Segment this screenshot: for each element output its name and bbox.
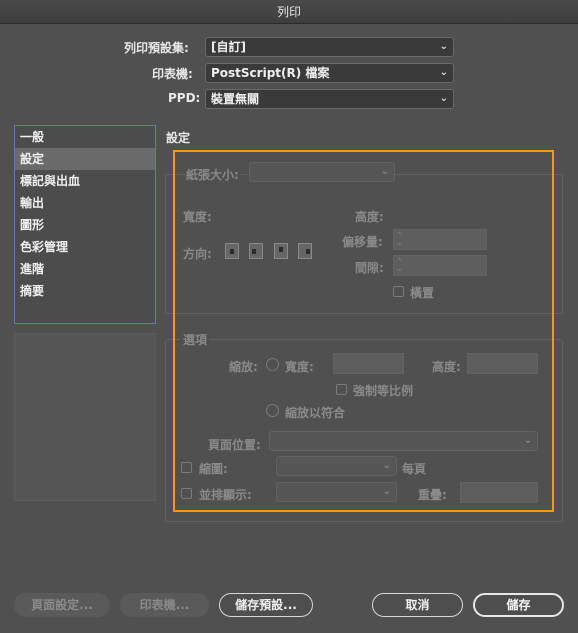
printer-value: PostScript(R) 檔案 <box>211 66 330 80</box>
sidebar-item-general[interactable]: 一般 <box>15 126 155 148</box>
section-title: 設定 <box>166 131 191 145</box>
cancel-button[interactable]: 取消 <box>372 593 463 617</box>
chevron-down-icon: ⌄ <box>439 67 448 78</box>
page-setup-button[interactable]: 頁面設定... <box>14 593 110 617</box>
category-list[interactable]: 一般 設定 標記與出血 輸出 圖形 色彩管理 進階 摘要 <box>14 125 156 324</box>
ppd-value: 裝置無關 <box>211 92 260 106</box>
chevron-down-icon: ⌄ <box>439 93 448 104</box>
sidebar-item-advanced[interactable]: 進階 <box>15 258 155 280</box>
printer-select[interactable]: PostScript(R) 檔案 ⌄ <box>205 63 454 83</box>
preset-label: 列印預設集: <box>124 41 189 55</box>
preset-select[interactable]: [自訂] ⌄ <box>205 37 454 57</box>
sidebar-item-setup[interactable]: 設定 <box>15 148 155 170</box>
sidebar-item-summary[interactable]: 摘要 <box>15 280 155 302</box>
printer-label: 印表機: <box>152 67 193 81</box>
highlight-frame <box>173 150 554 512</box>
sidebar-item-color-management[interactable]: 色彩管理 <box>15 236 155 258</box>
preset-value: [自訂] <box>211 40 246 54</box>
page-preview <box>14 333 156 501</box>
ppd-label: PPD: <box>168 91 201 105</box>
window-title: 列印 <box>0 0 578 24</box>
sidebar-item-graphics[interactable]: 圖形 <box>15 214 155 236</box>
chevron-down-icon: ⌄ <box>439 41 448 52</box>
sidebar-item-marks-bleed[interactable]: 標記與出血 <box>15 170 155 192</box>
printer-button[interactable]: 印表機... <box>120 593 209 617</box>
ppd-select[interactable]: 裝置無關 ⌄ <box>205 89 454 109</box>
save-preset-button[interactable]: 儲存預設... <box>219 593 313 617</box>
sidebar-item-output[interactable]: 輸出 <box>15 192 155 214</box>
save-button[interactable]: 儲存 <box>473 593 564 617</box>
